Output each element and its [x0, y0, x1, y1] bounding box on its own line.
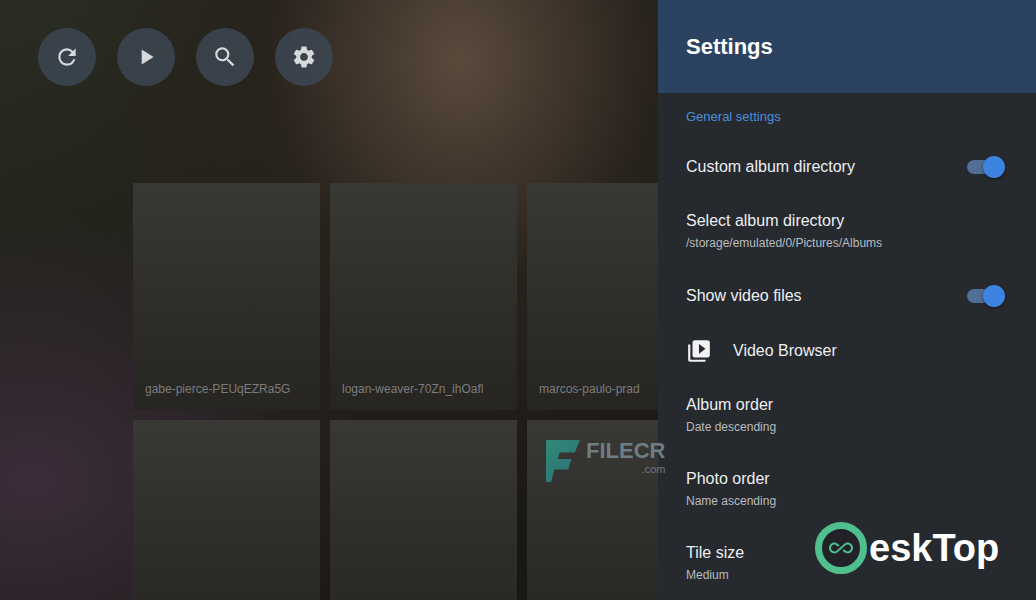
row-value: Name ascending: [686, 493, 1003, 509]
row-value: Date descending: [686, 419, 1003, 435]
row-text: Video Browser: [733, 341, 1003, 361]
infinity-icon: [829, 536, 853, 560]
video-library-icon-wrap: [686, 338, 712, 364]
toggle-switch[interactable]: [967, 289, 1003, 303]
settings-row[interactable]: Tile size Medium: [658, 526, 1036, 600]
row-value: Medium: [686, 567, 1003, 583]
row-text: Custom album directory: [686, 157, 946, 177]
row-label: Tile size: [686, 543, 1003, 563]
toggle-knob[interactable]: [983, 285, 1005, 307]
settings-title: Settings: [686, 34, 773, 60]
toolbar: [0, 0, 658, 86]
play-button[interactable]: [117, 28, 175, 86]
settings-header: Settings: [658, 0, 1036, 93]
row-label: Custom album directory: [686, 157, 946, 177]
row-label: Show video files: [686, 286, 946, 306]
toggle-knob[interactable]: [983, 156, 1005, 178]
row-text: Tile size Medium: [686, 543, 1003, 583]
filecr-text: FILECR.com: [586, 440, 665, 476]
album-tile[interactable]: [133, 420, 320, 600]
settings-row[interactable]: Select album directory/storage/emulated/…: [658, 194, 1036, 268]
settings-row[interactable]: Album order Date descending: [658, 378, 1036, 452]
album-tile[interactable]: marcos-paulo-prad: [527, 183, 658, 410]
filecr-domain: .com: [642, 462, 666, 476]
screen: gabe-pierce-PEUqEZRa5G logan-weaver-70Zn_…: [0, 0, 1036, 600]
row-label: Video Browser: [733, 341, 1003, 361]
settings-row[interactable]: Custom album directory: [658, 139, 1036, 194]
play-icon: [133, 44, 159, 70]
desktop-text: eskTop: [869, 526, 999, 570]
refresh-icon: [54, 44, 80, 70]
row-label: Photo order: [686, 469, 1003, 489]
row-label: Album order: [686, 395, 1003, 415]
tile-caption: gabe-pierce-PEUqEZRa5G: [145, 382, 290, 396]
settings-row[interactable]: Video Browser: [658, 323, 1036, 378]
album-tile[interactable]: logan-weaver-70Zn_ihOafl: [330, 183, 517, 410]
tile-caption: marcos-paulo-prad: [539, 382, 640, 396]
row-text: Album order Date descending: [686, 395, 1003, 435]
search-icon: [212, 44, 238, 70]
settings-row[interactable]: Show video files: [658, 268, 1036, 323]
section-label: General settings: [658, 93, 1036, 139]
filecr-watermark: FILECR.com: [546, 440, 665, 482]
search-button[interactable]: [196, 28, 254, 86]
row-text: Photo order Name ascending: [686, 469, 1003, 509]
toggle-switch[interactable]: [967, 160, 1003, 174]
gallery: gabe-pierce-PEUqEZRa5G logan-weaver-70Zn_…: [0, 0, 658, 600]
filecr-logo-icon: [546, 440, 580, 482]
album-grid: gabe-pierce-PEUqEZRa5G logan-weaver-70Zn_…: [133, 183, 658, 600]
settings-icon: [291, 44, 317, 70]
settings-button[interactable]: [275, 28, 333, 86]
settings-row[interactable]: Photo order Name ascending: [658, 452, 1036, 526]
album-tile[interactable]: [330, 420, 517, 600]
row-value: /storage/emulated/0/Pictures/Albums: [686, 235, 1003, 251]
album-tile[interactable]: [527, 420, 658, 600]
row-label: Select album directory: [686, 211, 1003, 231]
desktop-watermark: eskTop: [815, 522, 999, 574]
album-tile[interactable]: gabe-pierce-PEUqEZRa5G: [133, 183, 320, 410]
tile-caption: logan-weaver-70Zn_ihOafl: [342, 382, 483, 396]
row-text: Select album directory/storage/emulated/…: [686, 211, 1003, 251]
settings-panel: Settings General settings Custom album dir…: [658, 0, 1036, 600]
desktop-logo-icon: [815, 522, 867, 574]
video-library-icon: [686, 338, 712, 364]
refresh-button[interactable]: [38, 28, 96, 86]
row-text: Show video files: [686, 286, 946, 306]
